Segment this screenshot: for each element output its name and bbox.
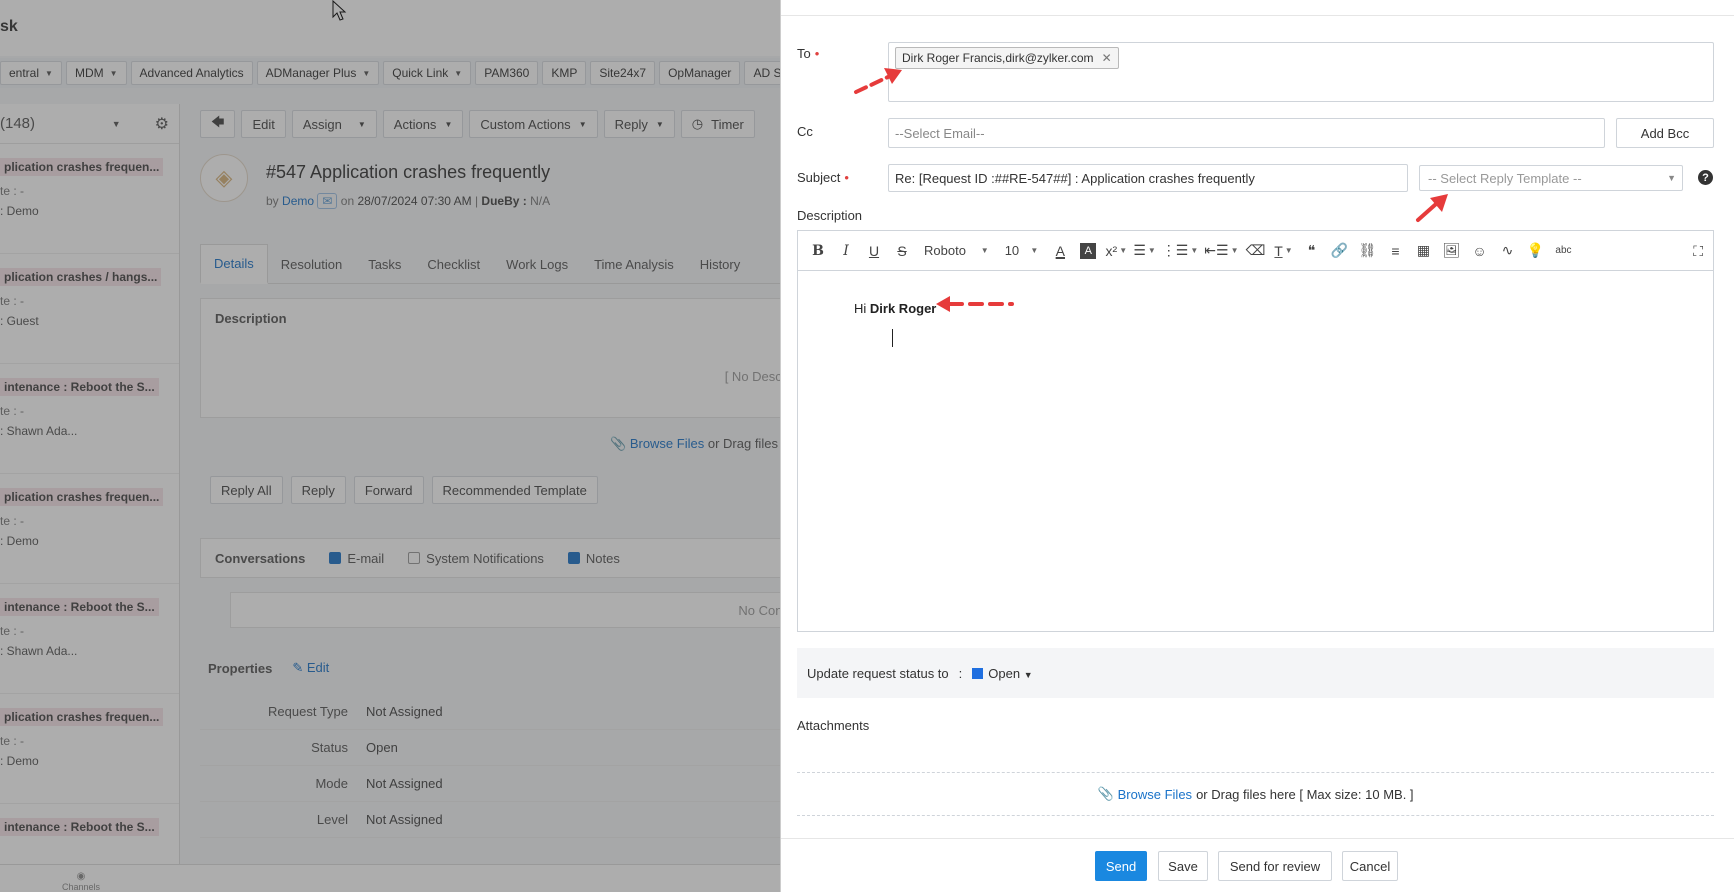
bold-icon[interactable]: B: [804, 237, 832, 265]
send-button[interactable]: Send: [1095, 851, 1147, 881]
background-app: sk entral ▼ MDM ▼ Advanced Analytics ADManage…: [0, 0, 790, 892]
to-label: To •: [797, 46, 820, 61]
cancel-button[interactable]: Cancel: [1342, 851, 1398, 881]
save-button[interactable]: Save: [1158, 851, 1208, 881]
table-icon[interactable]: ▦: [1409, 237, 1437, 265]
to-field[interactable]: Dirk Roger Francis,dirk@zylker.com ✕: [888, 42, 1714, 102]
highlight-color-icon[interactable]: A: [1080, 242, 1097, 259]
attachments-label: Attachments: [797, 718, 870, 733]
attachment-dropzone[interactable]: 📎 Browse Files or Drag files here [ Max …: [797, 772, 1714, 816]
reply-template-select[interactable]: -- Select Reply Template -- ▼: [1419, 165, 1683, 191]
annotation-arrow-template: [1416, 194, 1448, 222]
subject-input[interactable]: Re: [Request ID :##RE-547##] : Applicati…: [888, 164, 1408, 192]
dialog-footer: Send Save Send for review Cancel: [781, 838, 1734, 892]
caret-down-icon: ▼: [1023, 669, 1033, 680]
signature-icon[interactable]: ∿: [1493, 237, 1521, 265]
image-icon[interactable]: 🖼: [1437, 237, 1465, 265]
browse-files-link[interactable]: Browse Files: [1118, 787, 1192, 802]
dialog-top-edge: [781, 0, 1734, 16]
send-for-review-button[interactable]: Send for review: [1218, 851, 1332, 881]
align-icon[interactable]: ☰ ▼: [1130, 237, 1158, 265]
horizontal-rule-icon[interactable]: ≡: [1381, 237, 1409, 265]
fullscreen-icon[interactable]: ⛶: [1693, 243, 1703, 260]
spellcheck-icon[interactable]: abc: [1549, 237, 1577, 265]
eraser-icon[interactable]: ⌫: [1241, 237, 1269, 265]
emoji-icon[interactable]: ☺: [1465, 237, 1493, 265]
status-select[interactable]: Open ▼: [972, 666, 1033, 681]
paperclip-icon: 📎: [1097, 786, 1114, 801]
recipient-chip[interactable]: Dirk Roger Francis,dirk@zylker.com ✕: [895, 47, 1119, 69]
strikethrough-icon[interactable]: S: [888, 237, 916, 265]
subject-label: Subject •: [797, 170, 849, 185]
required-marker: •: [844, 170, 849, 185]
indent-icon[interactable]: ⇤☰ ▼: [1201, 237, 1241, 265]
text-color-icon[interactable]: A: [1046, 237, 1074, 265]
description-label: Description: [797, 208, 863, 223]
font-family-select[interactable]: Roboto ▼: [916, 237, 997, 265]
status-label: Update request status to: [807, 665, 949, 681]
superscript-icon[interactable]: x² ▼: [1102, 237, 1130, 265]
italic-icon[interactable]: I: [832, 237, 860, 265]
chevron-down-icon: ▼: [980, 246, 989, 255]
rich-text-editor: B I U S Roboto ▼ 10 ▼ A A x² ▼ ☰ ▼ ⋮☰ ▼ ⇤☰ ▼…: [797, 230, 1714, 632]
text-cursor: [892, 329, 893, 347]
cc-input[interactable]: --Select Email--: [888, 118, 1605, 148]
lightbulb-icon[interactable]: 💡: [1521, 237, 1549, 265]
chevron-down-icon: ▼: [1030, 246, 1039, 255]
reply-dialog: To • Dirk Roger Francis,dirk@zylker.com ✕…: [780, 0, 1734, 892]
annotation-arrow-to: [854, 68, 902, 94]
link-icon[interactable]: 🔗: [1325, 237, 1353, 265]
quote-icon[interactable]: ❝: [1297, 237, 1325, 265]
cc-label: Cc: [797, 124, 813, 139]
text-format-icon[interactable]: T̲ ▼: [1269, 237, 1297, 265]
greeting-text: Hi Dirk Roger: [854, 301, 937, 316]
status-color-square: [972, 667, 984, 679]
font-size-select[interactable]: 10 ▼: [997, 237, 1047, 265]
add-bcc-button[interactable]: Add Bcc: [1616, 118, 1714, 148]
underline-icon[interactable]: U: [860, 237, 888, 265]
chevron-down-icon: ▼: [1667, 173, 1676, 183]
unlink-icon[interactable]: ⛓: [1353, 237, 1381, 265]
modal-overlay[interactable]: [0, 0, 790, 892]
required-marker: •: [814, 46, 820, 61]
bullet-list-icon[interactable]: ⋮☰ ▼: [1159, 237, 1201, 265]
update-status-row: Update request status to : Open ▼: [797, 648, 1714, 698]
help-icon[interactable]: ?: [1698, 170, 1713, 185]
annotation-arrow-greeting: [936, 296, 1014, 312]
remove-recipient-icon[interactable]: ✕: [1102, 51, 1112, 65]
editor-toolbar: B I U S Roboto ▼ 10 ▼ A A x² ▼ ☰ ▼ ⋮☰ ▼ ⇤☰ ▼…: [798, 231, 1713, 271]
editor-body[interactable]: Hi Dirk Roger: [798, 271, 1713, 631]
